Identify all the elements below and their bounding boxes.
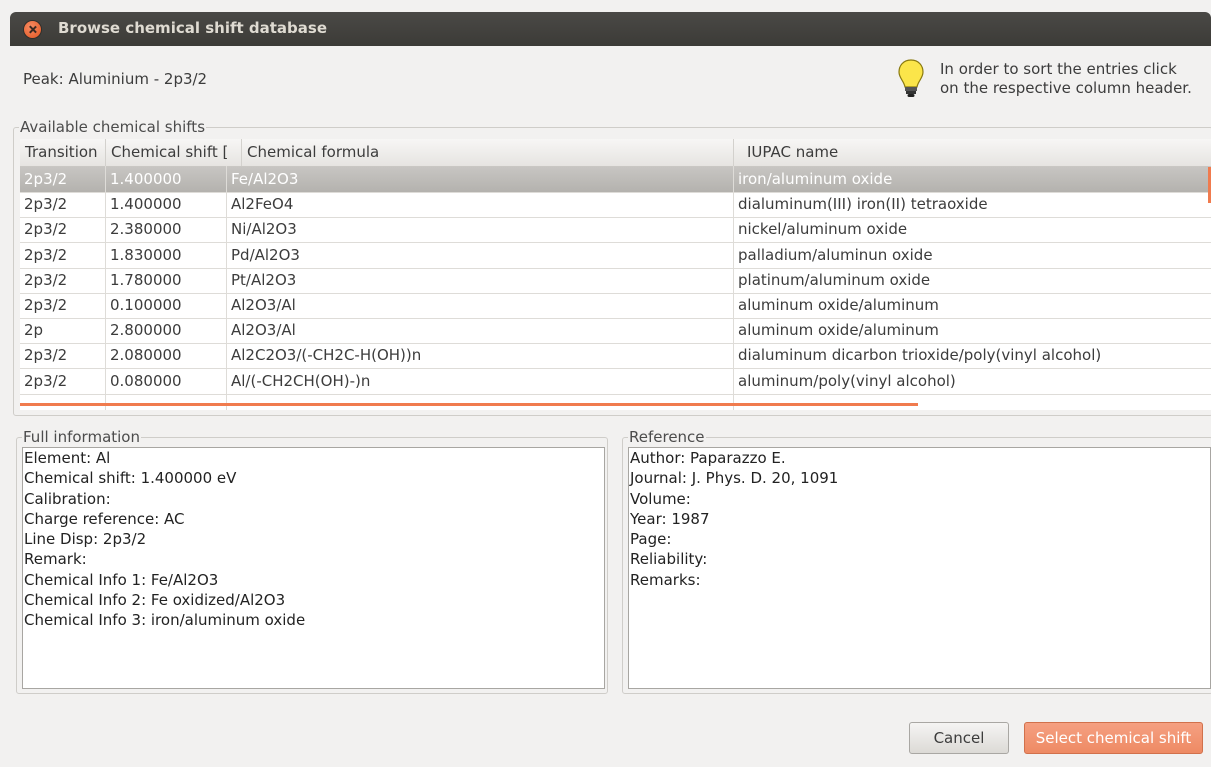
cell-transition: 2p3/2 <box>24 220 68 239</box>
lightbulb-icon <box>898 59 924 97</box>
table-row[interactable]: 2p3/2 1.400000 Al2FeO4 dialuminum(III) iron… <box>20 192 1211 219</box>
cell-chemical-formula: Al2FeO4 <box>231 195 294 214</box>
full-information-text[interactable]: Element: Al Chemical shift: 1.400000 eV … <box>22 447 605 689</box>
cell-chemical-shift: 0.080000 <box>110 371 182 390</box>
table-row[interactable]: 2p 2.800000 Al2O3/Al aluminum oxide/aluminu… <box>20 318 1211 345</box>
cancel-button[interactable]: Cancel <box>909 722 1009 754</box>
cell-chemical-shift: 0.100000 <box>110 296 182 314</box>
cell-chemical-shift: 2.800000 <box>110 321 182 340</box>
peak-label: Peak: Aluminium - 2p3/2 <box>23 70 208 88</box>
cell-iupac-name: palladium/aluminun oxide <box>738 245 933 264</box>
available-shifts-legend: Available chemical shifts <box>20 118 206 136</box>
table-header: Transition Chemical shift [ Chemical for… <box>20 139 1211 167</box>
cell-iupac-name: dialuminum dicarbon trioxide/poly(vinyl … <box>738 346 1102 365</box>
horizontal-scrollbar[interactable] <box>20 403 918 406</box>
cell-transition: 2p3/2 <box>24 170 68 188</box>
full-information-legend: Full information <box>23 428 140 446</box>
cell-transition: 2p3/2 <box>24 270 68 289</box>
cell-chemical-shift: 1.400000 <box>110 170 182 188</box>
chemical-shifts-table[interactable]: Transition Chemical shift [ Chemical for… <box>20 139 1211 410</box>
cell-chemical-formula: Ni/Al2O3 <box>231 220 297 239</box>
title-bar: Browse chemical shift database <box>10 12 1211 46</box>
reference-text[interactable]: Author: Paparazzo E. Journal: J. Phys. D… <box>628 447 1211 689</box>
cell-iupac-name: iron/aluminum oxide <box>738 170 893 188</box>
cell-transition: 2p3/2 <box>24 245 68 264</box>
cell-chemical-shift: 2.380000 <box>110 220 182 239</box>
cell-transition: 2p3/2 <box>24 195 68 214</box>
sort-hint-line2: on the respective column header. <box>940 79 1192 97</box>
cell-transition: 2p3/2 <box>24 346 68 365</box>
cell-iupac-name: aluminum oxide/aluminum <box>738 321 939 340</box>
cell-iupac-name: aluminum oxide/aluminum <box>738 296 939 314</box>
cell-chemical-formula: Al/(-CH2CH(OH)-)n <box>231 371 371 390</box>
column-header-chemical-formula[interactable]: Chemical formula <box>242 139 734 166</box>
table-row[interactable]: 2p3/2 1.830000 Pd/Al2O3 palladium/aluminun … <box>20 243 1211 269</box>
select-chemical-shift-button[interactable]: Select chemical shift <box>1024 722 1203 754</box>
sort-hint: In order to sort the entries click on th… <box>940 60 1192 98</box>
cell-chemical-shift: 1.400000 <box>110 195 182 214</box>
cell-transition: 2p3/2 <box>24 371 68 390</box>
cell-chemical-shift: 1.780000 <box>110 270 182 289</box>
cell-chemical-formula: Al2O3/Al <box>231 321 296 340</box>
cell-chemical-formula: Pt/Al2O3 <box>231 270 297 289</box>
cell-chemical-formula: Pd/Al2O3 <box>231 245 300 264</box>
cell-chemical-shift: 1.830000 <box>110 245 182 264</box>
cell-iupac-name: platinum/aluminum oxide <box>738 270 931 289</box>
reference-legend: Reference <box>629 428 705 446</box>
cell-chemical-formula: Fe/Al2O3 <box>231 170 299 188</box>
window-title: Browse chemical shift database <box>58 19 327 37</box>
column-header-iupac-name[interactable]: IUPAC name <box>742 139 1211 166</box>
cell-transition: 2p3/2 <box>24 296 68 314</box>
table-row[interactable]: 2p3/2 0.080000 Al/(-CH2CH(OH)-)n aluminum/p… <box>20 369 1211 395</box>
column-header-transition[interactable]: Transition <box>20 139 106 166</box>
cell-iupac-name: dialuminum(III) iron(II) tetraoxide <box>738 195 988 214</box>
column-header-chemical-shift[interactable]: Chemical shift [ <box>106 139 242 166</box>
cell-transition: 2p <box>24 321 44 340</box>
cell-iupac-name: nickel/aluminum oxide <box>738 220 908 239</box>
table-row[interactable]: 2p3/2 2.080000 Al2C2O3/(-CH2C-H(OH))n dialu… <box>20 343 1211 370</box>
table-row[interactable]: 2p3/2 1.780000 Pt/Al2O3 platinum/aluminum o… <box>20 268 1211 294</box>
sort-hint-line1: In order to sort the entries click <box>940 60 1177 78</box>
cell-iupac-name: aluminum/poly(vinyl alcohol) <box>738 371 956 390</box>
table-row[interactable]: 2p3/2 1.400000 Fe/Al2O3 iron/aluminum oxide <box>20 167 1211 193</box>
table-row[interactable]: 2p3/2 2.380000 Ni/Al2O3 nickel/aluminum oxi… <box>20 217 1211 244</box>
cell-chemical-shift: 2.080000 <box>110 346 182 365</box>
cell-chemical-formula: Al2O3/Al <box>231 296 296 314</box>
table-row[interactable]: 2p3/2 0.100000 Al2O3/Al aluminum oxide/alum… <box>20 293 1211 319</box>
cell-chemical-formula: Al2C2O3/(-CH2C-H(OH))n <box>231 346 422 365</box>
close-icon[interactable] <box>24 21 41 38</box>
